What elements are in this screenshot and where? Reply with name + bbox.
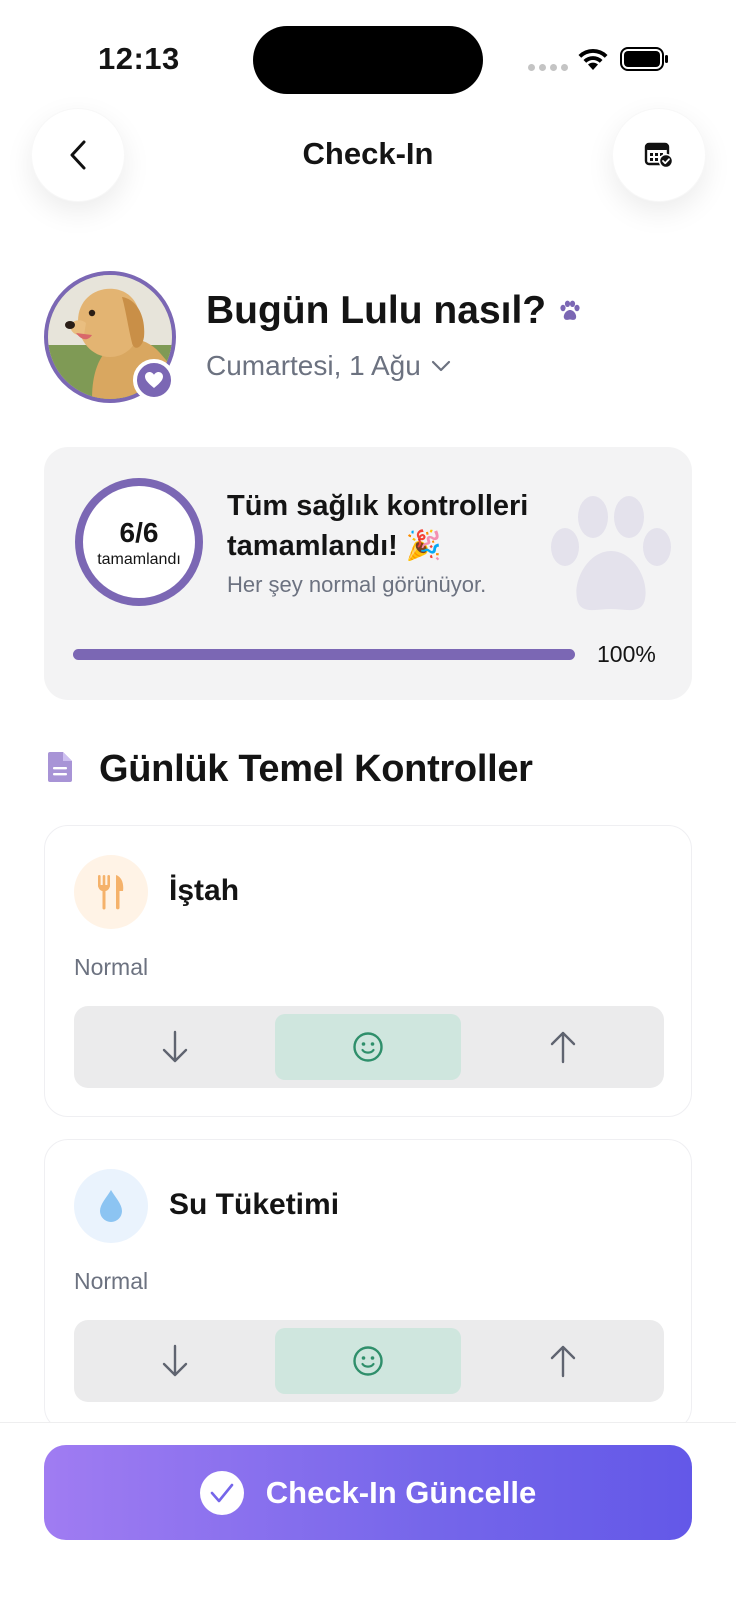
arrow-down-icon xyxy=(162,1344,188,1377)
check-status: Normal xyxy=(74,1268,149,1294)
update-checkin-label: Check-In Güncelle xyxy=(265,1474,537,1510)
summary-card: 6/6 tamamlandı Tüm sağlık kontrolleri ta… xyxy=(44,447,692,700)
check-card-water: Su Tüketimi Normal xyxy=(44,1139,692,1431)
heart-icon xyxy=(145,372,163,388)
water-icon-badge xyxy=(74,1169,148,1243)
increase-button[interactable] xyxy=(470,1328,656,1394)
date-selector[interactable]: Cumartesi, 1 Ağu xyxy=(206,350,451,382)
arrow-up-icon xyxy=(550,1031,576,1064)
dynamic-island xyxy=(253,26,483,94)
check-card-appetite: İştah Normal xyxy=(44,825,692,1117)
pet-greeting: Bugün Lulu nasıl? xyxy=(206,289,582,333)
fork-knife-icon xyxy=(98,875,124,910)
cellular-signal-icon xyxy=(528,64,568,71)
paw-watermark-icon xyxy=(551,496,671,611)
document-icon xyxy=(48,752,72,782)
summary-subtitle: Her şey normal görünüyor. xyxy=(227,572,487,597)
date-label: Cumartesi, 1 Ağu xyxy=(206,350,421,381)
chevron-down-icon xyxy=(431,360,450,372)
check-status: Normal xyxy=(74,954,149,980)
calendar-button[interactable] xyxy=(612,108,706,202)
progress-bar xyxy=(73,649,575,660)
status-bar: 12:13 xyxy=(0,0,736,110)
completed-count: 6/6 xyxy=(119,517,159,548)
smile-icon xyxy=(353,1346,383,1376)
decrease-button[interactable] xyxy=(82,1328,268,1394)
progress-bar-fill xyxy=(73,649,575,660)
increase-button[interactable] xyxy=(470,1014,656,1080)
battery-icon xyxy=(620,47,668,71)
check-name: Su Tüketimi xyxy=(169,1188,340,1221)
decrease-button[interactable] xyxy=(82,1014,268,1080)
normal-button[interactable] xyxy=(275,1328,461,1394)
appetite-icon-badge xyxy=(74,855,148,929)
normal-button[interactable] xyxy=(275,1014,461,1080)
smile-icon xyxy=(353,1032,383,1062)
calendar-check-icon xyxy=(644,142,674,169)
appetite-level-selector xyxy=(74,1006,664,1088)
arrow-up-icon xyxy=(550,1345,576,1378)
water-drop-icon xyxy=(100,1190,122,1222)
progress-percent: 100% xyxy=(597,641,656,667)
summary-title: Tüm sağlık kontrolleri tamamlandı! 🎉 xyxy=(227,490,529,562)
status-time: 12:13 xyxy=(98,41,180,76)
update-checkin-button[interactable]: Check-In Güncelle xyxy=(44,1445,692,1540)
section-title: Günlük Temel Kontroller xyxy=(99,748,533,790)
arrow-down-icon xyxy=(162,1030,188,1063)
paw-icon xyxy=(560,300,580,320)
completed-label: tamamlandı xyxy=(97,551,181,568)
favorite-heart-badge[interactable] xyxy=(133,359,175,401)
wifi-icon xyxy=(578,48,608,70)
check-name: İştah xyxy=(169,874,240,907)
water-level-selector xyxy=(74,1320,664,1402)
check-circle-icon xyxy=(199,1470,244,1515)
pet-greeting-text: Bugün Lulu nasıl? xyxy=(206,289,547,332)
